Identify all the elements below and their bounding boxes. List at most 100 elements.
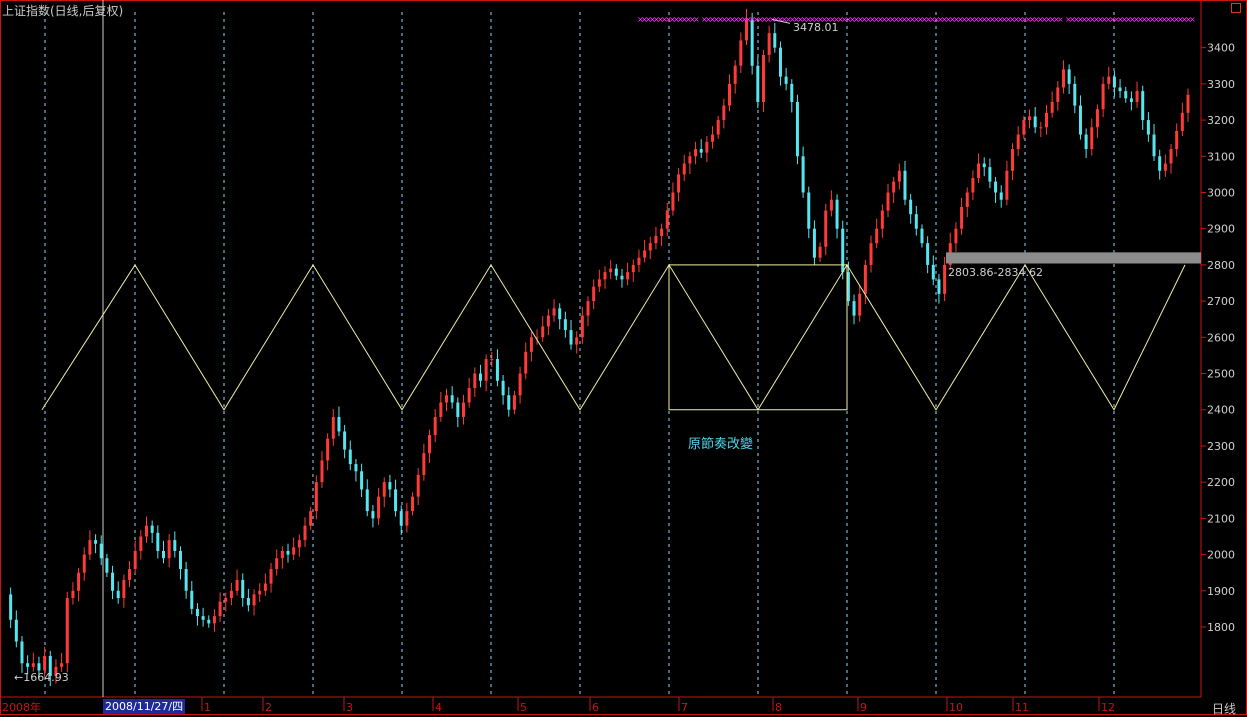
candle-down	[558, 308, 562, 320]
candle-up	[875, 228, 879, 244]
candle-up	[858, 293, 862, 316]
candle-down	[909, 199, 913, 215]
period-label[interactable]: 日线	[1212, 700, 1236, 717]
candle-up	[960, 206, 964, 229]
candle-down	[620, 275, 624, 280]
candle-down	[161, 550, 165, 559]
candle-up	[688, 156, 692, 164]
candle-up	[439, 402, 443, 417]
candle-up	[484, 359, 488, 381]
candle-down	[150, 525, 154, 533]
candle-down	[988, 167, 992, 182]
candle-down	[20, 641, 24, 664]
maximize-icon[interactable]	[1231, 3, 1241, 13]
candle-down	[207, 619, 211, 624]
candle-up	[597, 279, 601, 287]
y-tick-label: 2800	[1207, 259, 1235, 272]
candle-up	[643, 250, 647, 258]
x-tick-label: 3	[346, 701, 353, 714]
candle-up	[943, 264, 947, 294]
candle-down	[926, 243, 930, 265]
candlestick-chart: 1800 1900 2000 2100 2200 2300 2400 2500 2600 2700…	[0, 0, 1247, 715]
candle-up	[382, 482, 386, 497]
candle-down	[343, 431, 347, 450]
candle-up	[1044, 112, 1048, 128]
candle-up	[1056, 87, 1060, 102]
candle-up	[411, 496, 415, 512]
y-tick-label: 2300	[1207, 440, 1235, 453]
candle-up	[1011, 149, 1015, 171]
candle-down	[105, 558, 109, 573]
candle-down	[37, 663, 41, 671]
candle-up	[1028, 116, 1032, 121]
candle-up	[71, 590, 75, 599]
candle-up	[88, 540, 92, 555]
candle-up	[671, 192, 675, 211]
candle-up	[892, 181, 896, 193]
candle-up	[461, 402, 465, 417]
resistance-band	[946, 252, 1201, 264]
low-price-label: ←1664.93	[14, 671, 69, 684]
candle-down	[173, 540, 177, 551]
candle-down	[99, 543, 103, 559]
candle-down	[94, 540, 98, 544]
y-tick-label: 2000	[1207, 549, 1235, 562]
candle-up	[292, 547, 296, 555]
candle-down	[354, 464, 358, 472]
candle-up	[609, 268, 613, 273]
candle-up	[1005, 170, 1009, 200]
candle-down	[937, 279, 941, 294]
y-tick-label: 3200	[1207, 114, 1235, 127]
candle-down	[999, 192, 1003, 200]
candle-down	[241, 579, 245, 599]
x-tick-label: 2008年	[2, 700, 41, 714]
candle-down	[1141, 91, 1145, 121]
candle-up	[122, 579, 126, 599]
candle-up	[258, 590, 262, 595]
chart-title: 上证指数(日线,后复权)	[2, 4, 124, 18]
candle-down	[920, 228, 924, 244]
candle-up	[977, 163, 981, 178]
x-tick-label: 12	[1101, 701, 1115, 714]
candle-down	[790, 83, 794, 102]
rhythm-zigzag-line	[41, 263, 1186, 411]
candle-down	[1146, 120, 1150, 135]
y-tick-label: 1900	[1207, 585, 1235, 598]
candle-up	[1016, 134, 1020, 150]
candle-down	[26, 663, 30, 667]
candle-up	[631, 264, 635, 273]
candle-up	[1163, 163, 1167, 171]
candle-down	[190, 590, 194, 609]
candle-down	[111, 572, 115, 591]
candle-down	[795, 101, 799, 157]
candle-up	[65, 598, 69, 664]
candle-up	[303, 525, 307, 541]
candle-down	[569, 330, 573, 345]
y-tick-label: 1800	[1207, 621, 1235, 634]
candle-up	[1101, 83, 1105, 110]
x-tick-label: 7	[681, 701, 688, 714]
candle-down	[784, 76, 788, 84]
y-tick-label: 3400	[1207, 42, 1235, 55]
candle-down	[756, 65, 760, 102]
y-tick-label: 2400	[1207, 404, 1235, 417]
candle-up	[428, 435, 432, 454]
candle-up	[648, 243, 652, 251]
y-tick-label: 2200	[1207, 476, 1235, 489]
candle-down	[337, 416, 341, 432]
candle-down	[348, 449, 352, 465]
candle-down	[1158, 156, 1162, 171]
candle-down	[1033, 116, 1037, 128]
candle-up	[82, 554, 86, 573]
candle-up	[309, 511, 313, 526]
candle-down	[371, 511, 375, 519]
candle-up	[77, 572, 81, 591]
y-tick-label: 3100	[1207, 150, 1235, 163]
candle-up	[326, 438, 330, 461]
candle-down	[1073, 83, 1077, 106]
candle-up	[490, 359, 494, 361]
candle-down	[365, 489, 369, 512]
candle-up	[1169, 149, 1173, 164]
y-tick-label: 3300	[1207, 78, 1235, 91]
candle-down	[773, 33, 777, 48]
